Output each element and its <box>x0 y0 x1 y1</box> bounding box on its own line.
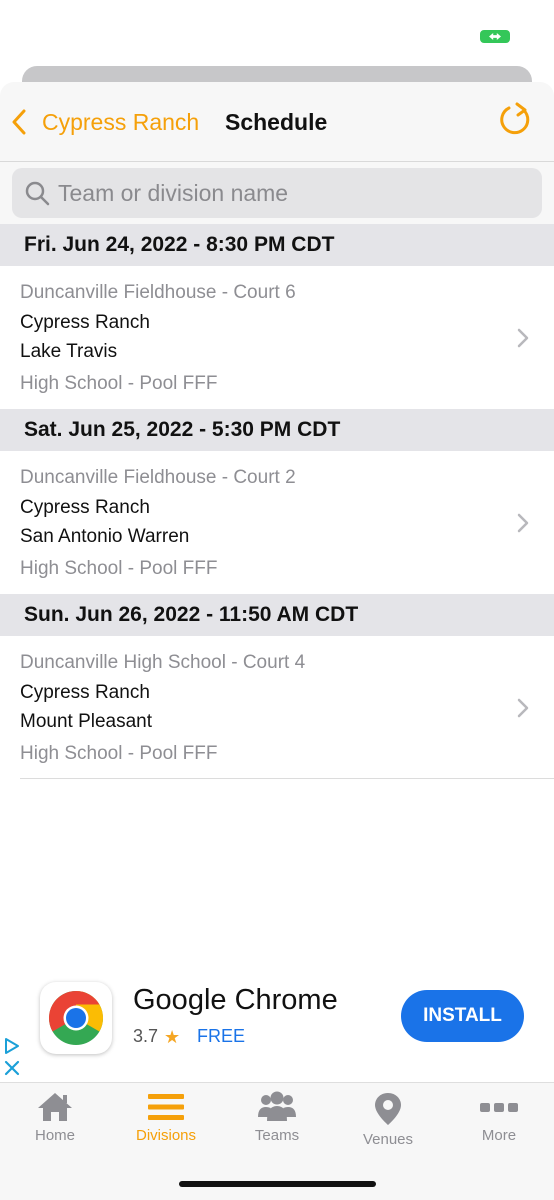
chevron-right-icon <box>517 698 529 718</box>
tab-divisions[interactable]: Divisions <box>111 1091 221 1157</box>
people-icon <box>258 1091 296 1121</box>
schedule-list: Fri. Jun 24, 2022 - 8:30 PM CDT Duncanvi… <box>0 224 554 779</box>
install-button[interactable]: INSTALL <box>401 990 524 1042</box>
division-label: High School - Pool FFF <box>20 558 218 579</box>
status-bar <box>0 0 554 68</box>
navigation-bar: Cypress Ranch Schedule <box>0 82 554 162</box>
tab-label: Venues <box>362 1131 414 1148</box>
list-icon <box>148 1094 184 1120</box>
team-2-label: San Antonio Warren <box>20 526 190 547</box>
ad-app-name: Google Chrome <box>133 984 338 1016</box>
ellipsis-icon <box>480 1103 518 1112</box>
tab-label: Divisions <box>135 1127 196 1144</box>
back-button[interactable]: Cypress Ranch <box>12 104 199 140</box>
tab-label: Teams <box>254 1127 300 1144</box>
team-1-label: Cypress Ranch <box>20 497 150 518</box>
team-2-label: Lake Travis <box>20 341 118 362</box>
venue-label: Duncanville Fieldhouse - Court 2 <box>20 467 296 488</box>
chevron-right-icon <box>517 328 529 348</box>
home-icon <box>38 1093 72 1121</box>
refresh-button[interactable] <box>494 100 534 140</box>
adchoices-icon[interactable] <box>2 1036 22 1056</box>
tab-venues[interactable]: Venues <box>333 1091 443 1157</box>
star-icon: ★ <box>164 1027 181 1047</box>
map-pin-icon <box>375 1093 401 1125</box>
ad-rating: 3.7 <box>133 1026 159 1046</box>
search-input[interactable] <box>58 179 528 207</box>
date-header: Fri. Jun 24, 2022 - 8:30 PM CDT <box>0 224 554 266</box>
chrome-app-icon[interactable] <box>40 982 112 1054</box>
battery-icon <box>480 30 510 43</box>
tab-label: More <box>481 1127 517 1144</box>
division-label: High School - Pool FFF <box>20 743 218 764</box>
close-icon[interactable] <box>2 1058 22 1078</box>
row-divider <box>20 778 554 779</box>
chevron-left-icon <box>12 107 38 137</box>
team-1-label: Cypress Ranch <box>20 312 150 333</box>
team-2-label: Mount Pleasant <box>20 711 153 732</box>
date-header: Sun. Jun 26, 2022 - 11:50 AM CDT <box>0 594 554 636</box>
game-row[interactable]: Duncanville High School - Court 4 Cypres… <box>0 636 554 779</box>
ad-banner[interactable]: Google Chrome 3.7 ★ FREE INSTALL <box>0 970 554 1082</box>
tab-teams[interactable]: Teams <box>222 1091 332 1157</box>
search-icon <box>25 181 50 206</box>
tab-home[interactable]: Home <box>0 1091 110 1157</box>
venue-label: Duncanville High School - Court 4 <box>20 652 306 673</box>
search-field[interactable] <box>12 168 542 218</box>
game-row[interactable]: Duncanville Fieldhouse - Court 6 Cypress… <box>0 266 554 409</box>
chevron-right-icon <box>517 513 529 533</box>
refresh-icon <box>500 102 530 135</box>
home-indicator <box>179 1181 376 1187</box>
tab-more[interactable]: More <box>444 1091 554 1157</box>
chrome-logo-icon <box>48 991 104 1045</box>
team-1-label: Cypress Ranch <box>20 682 150 703</box>
back-label: Cypress Ranch <box>42 108 200 135</box>
venue-label: Duncanville Fieldhouse - Court 6 <box>20 282 296 303</box>
tab-label: Home <box>34 1127 75 1144</box>
page-title: Schedule <box>225 109 328 135</box>
ad-price: FREE <box>197 1026 246 1046</box>
game-row[interactable]: Duncanville Fieldhouse - Court 2 Cypress… <box>0 451 554 594</box>
division-label: High School - Pool FFF <box>20 373 218 394</box>
search-bar <box>0 162 554 224</box>
date-header: Sat. Jun 25, 2022 - 5:30 PM CDT <box>0 409 554 451</box>
